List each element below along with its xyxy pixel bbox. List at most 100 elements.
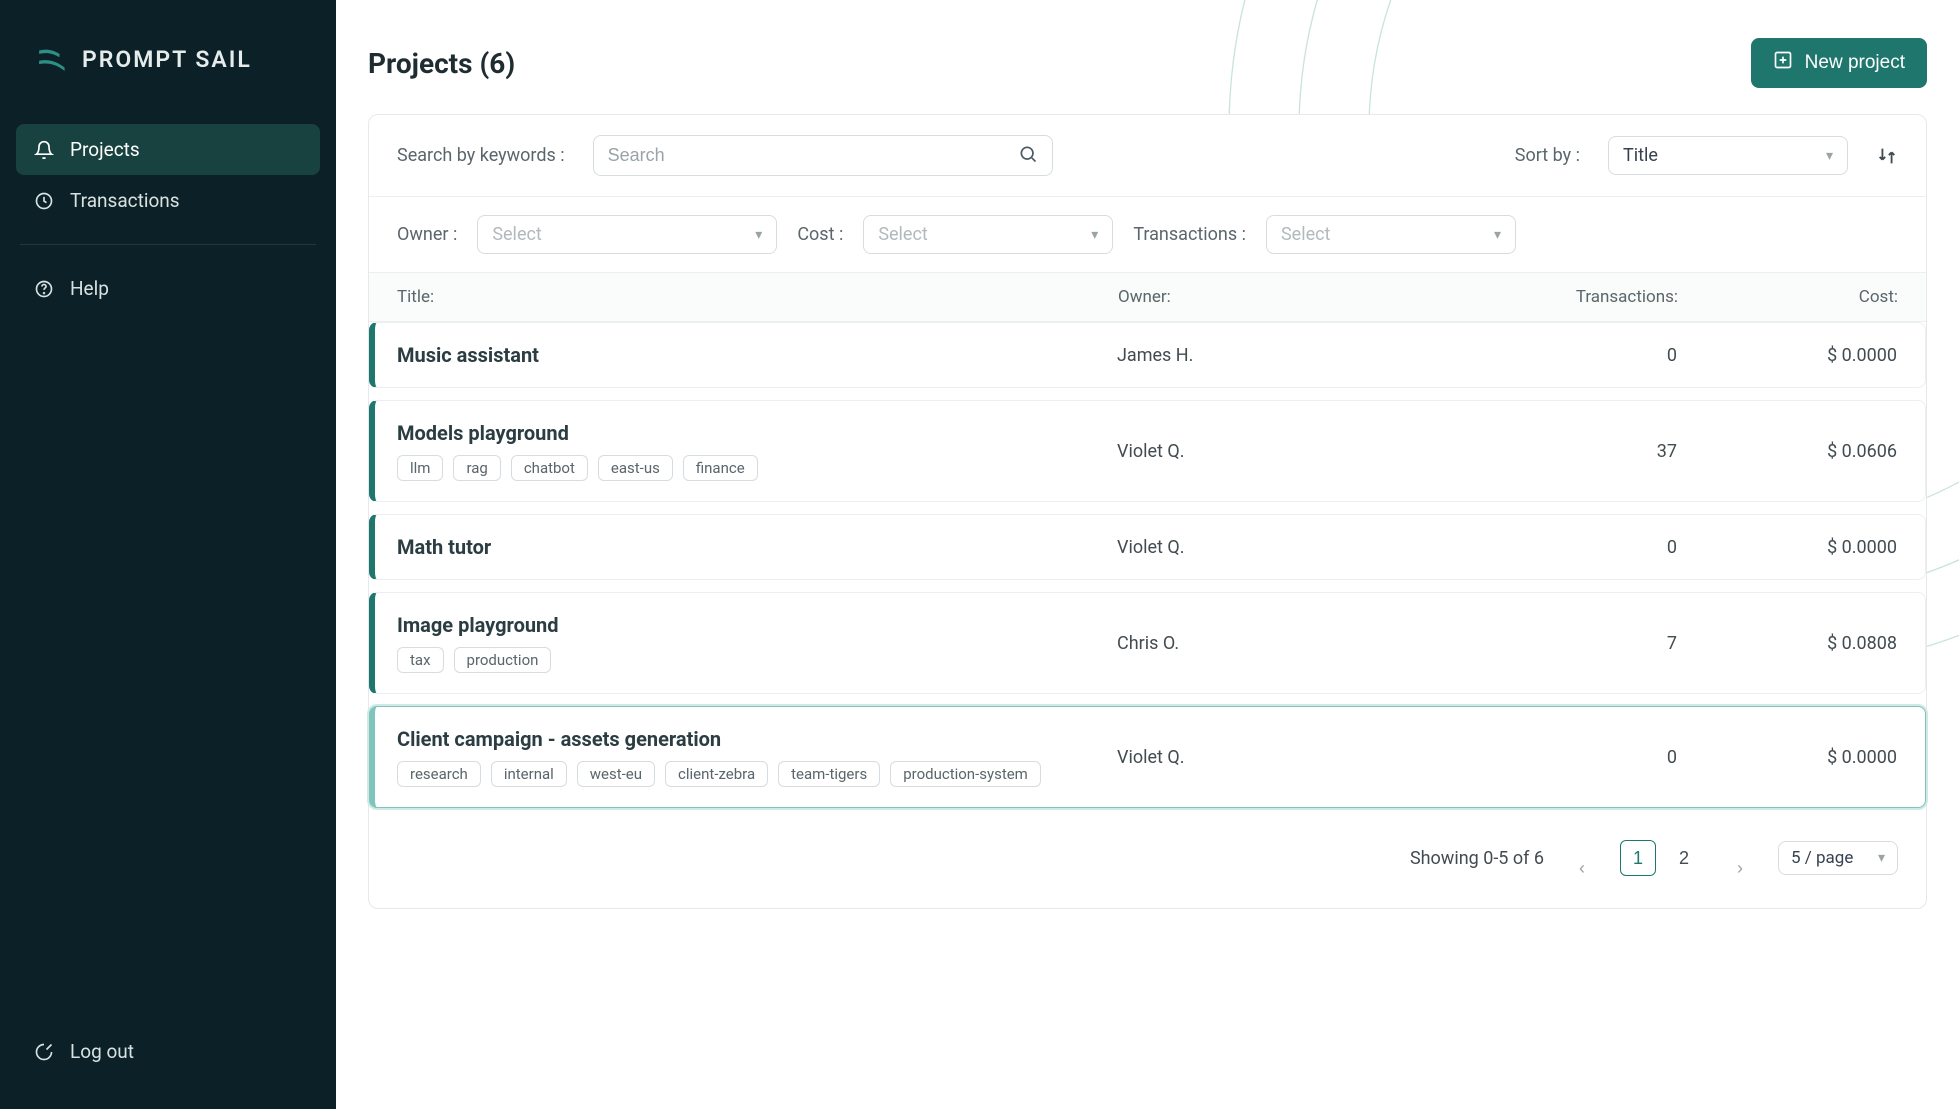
project-owner: Chris O.	[1117, 633, 1397, 654]
tag: production-system	[890, 761, 1041, 787]
sidebar-divider	[20, 244, 316, 245]
sidebar-item-transactions[interactable]: Transactions	[16, 175, 320, 226]
search-input-wrap	[593, 135, 1053, 176]
project-owner: Violet Q.	[1117, 747, 1397, 768]
th-cost: Cost:	[1678, 287, 1898, 307]
project-transactions: 0	[1397, 747, 1677, 768]
project-cost: $ 0.0808	[1677, 633, 1897, 654]
search-label: Search by keywords :	[397, 145, 565, 166]
tag-list: researchinternalwest-euclient-zebrateam-…	[397, 761, 1117, 787]
project-title: Music assistant	[397, 343, 1117, 367]
sort-value: Title	[1623, 145, 1658, 166]
page-title: Projects (6)	[368, 47, 515, 80]
main: Projects (6) New project Search by keywo…	[336, 0, 1959, 1109]
page-header: Projects (6) New project	[336, 0, 1959, 114]
table-row[interactable]: Math tutorViolet Q.0$ 0.0000	[369, 514, 1926, 580]
page-size-select[interactable]: 5 / page ▾	[1778, 841, 1898, 875]
project-transactions: 0	[1397, 345, 1677, 366]
help-icon	[34, 279, 54, 299]
th-transactions: Transactions:	[1398, 287, 1678, 307]
new-project-label: New project	[1805, 52, 1905, 74]
project-title: Models playground	[397, 421, 1117, 445]
transactions-filter-label: Transactions :	[1133, 224, 1246, 245]
cost-filter-select[interactable]: Select ▾	[863, 215, 1113, 254]
project-title: Math tutor	[397, 535, 1117, 559]
tag: internal	[491, 761, 567, 787]
title-cell: Models playground llmragchatboteast-usfin…	[397, 421, 1117, 481]
sidebar-item-label: Projects	[70, 138, 140, 161]
tag: rag	[453, 455, 500, 481]
cost-filter-label: Cost :	[797, 224, 843, 245]
sort-direction-button[interactable]	[1876, 145, 1898, 167]
chevron-right-icon: ›	[1737, 858, 1743, 879]
title-cell: Music assistant	[397, 343, 1117, 367]
project-cost: $ 0.0000	[1677, 537, 1897, 558]
tag: research	[397, 761, 481, 787]
project-owner: Violet Q.	[1117, 537, 1397, 558]
toolbar: Search by keywords : Sort by : Title ▾	[369, 115, 1926, 197]
sidebar-item-label: Log out	[70, 1040, 134, 1063]
project-transactions: 7	[1397, 633, 1677, 654]
prev-page-button[interactable]: ‹	[1564, 850, 1600, 886]
owner-filter-label: Owner :	[397, 224, 457, 245]
table-body: Music assistantJames H.0$ 0.0000Models p…	[369, 322, 1926, 808]
th-owner: Owner:	[1118, 287, 1398, 307]
pagination: Showing 0-5 of 6 ‹ 12 › 5 / page ▾	[369, 808, 1926, 908]
sidebar-item-label: Help	[70, 277, 109, 300]
sidebar-item-projects[interactable]: Projects	[16, 124, 320, 175]
sidebar-nav: Projects Transactions Help	[16, 124, 320, 314]
tag: finance	[683, 455, 758, 481]
projects-panel: Search by keywords : Sort by : Title ▾	[368, 114, 1927, 909]
project-title: Image playground	[397, 613, 1117, 637]
sort-label: Sort by :	[1515, 145, 1580, 166]
search-input[interactable]	[608, 145, 1018, 166]
project-owner: James H.	[1117, 345, 1397, 366]
table-row[interactable]: Image playground tax production Chris O.7$ …	[369, 592, 1926, 694]
tag: llm	[397, 455, 443, 481]
new-project-button[interactable]: New project	[1751, 38, 1927, 88]
filters: Owner : Select ▾ Cost : Select ▾ Transac…	[369, 197, 1926, 273]
sidebar-item-help[interactable]: Help	[16, 263, 320, 314]
sort-select[interactable]: Title ▾	[1608, 136, 1848, 175]
owner-filter-select[interactable]: Select ▾	[477, 215, 777, 254]
chevron-down-icon: ▾	[1878, 850, 1885, 866]
table-header: Title: Owner: Transactions: Cost:	[369, 273, 1926, 322]
title-cell: Client campaign - assets generation resea…	[397, 727, 1117, 787]
title-cell: Math tutor	[397, 535, 1117, 559]
tag-list: llmragchatboteast-usfinance	[397, 455, 1117, 481]
plus-square-icon	[1773, 50, 1793, 76]
chevron-down-icon: ▾	[1091, 227, 1098, 243]
logout-icon	[34, 1042, 54, 1062]
page-number-button[interactable]: 2	[1666, 840, 1702, 876]
sidebar-item-logout[interactable]: Log out	[16, 1026, 320, 1077]
project-cost: $ 0.0000	[1677, 345, 1897, 366]
brand-logo: PROMPT SAIL	[16, 24, 320, 104]
project-transactions: 37	[1397, 441, 1677, 462]
brand-name: PROMPT SAIL	[82, 46, 252, 73]
clock-icon	[34, 191, 54, 211]
search-icon	[1018, 144, 1038, 167]
tag: tax	[397, 647, 444, 673]
tag: team-tigers	[778, 761, 880, 787]
pagination-info: Showing 0-5 of 6	[1410, 848, 1544, 869]
search-button[interactable]	[1018, 144, 1038, 167]
sidebar-item-label: Transactions	[70, 189, 180, 212]
project-title: Client campaign - assets generation	[397, 727, 1117, 751]
chevron-down-icon: ▾	[1494, 227, 1501, 243]
tag: client-zebra	[665, 761, 768, 787]
chevron-down-icon: ▾	[1826, 148, 1833, 164]
tag: production	[454, 647, 552, 673]
table-row[interactable]: Client campaign - assets generation resea…	[369, 706, 1926, 808]
transactions-filter-select[interactable]: Select ▾	[1266, 215, 1516, 254]
page-number-button[interactable]: 1	[1620, 840, 1656, 876]
next-page-button[interactable]: ›	[1722, 850, 1758, 886]
table-row[interactable]: Models playground llmragchatboteast-usfin…	[369, 400, 1926, 502]
table-row[interactable]: Music assistantJames H.0$ 0.0000	[369, 322, 1926, 388]
project-owner: Violet Q.	[1117, 441, 1397, 462]
project-transactions: 0	[1397, 537, 1677, 558]
project-cost: $ 0.0000	[1677, 747, 1897, 768]
brand-logo-mark	[34, 42, 68, 76]
bell-icon	[34, 140, 54, 160]
tag-list: tax production	[397, 647, 1117, 673]
title-cell: Image playground tax production	[397, 613, 1117, 673]
